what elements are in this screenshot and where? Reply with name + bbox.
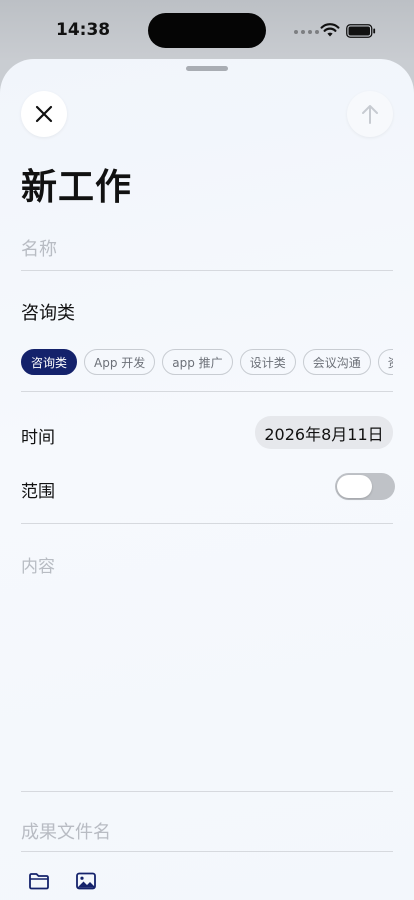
status-bar: 14:38 [0, 0, 414, 60]
time-label: 时间 [21, 428, 55, 448]
arrow-up-icon [362, 105, 378, 124]
category-chip-list: 咨询类 App 开发 app 推广 设计类 会议沟通 资料整理 [21, 349, 393, 377]
file-name-input[interactable]: 成果文件名 [21, 818, 111, 844]
category-chip[interactable]: 会议沟通 [302, 349, 371, 375]
scope-label: 范围 [21, 482, 55, 502]
category-chip[interactable]: 设计类 [239, 349, 296, 375]
name-input[interactable]: 名称 [21, 235, 57, 261]
divider [21, 523, 393, 524]
content-textarea[interactable]: 内容 [21, 552, 55, 577]
sheet-grabber[interactable] [186, 66, 228, 71]
folder-icon[interactable] [28, 870, 50, 892]
divider [21, 791, 393, 792]
toggle-knob [337, 475, 372, 498]
category-chip[interactable]: App 开发 [84, 349, 156, 375]
divider [21, 270, 393, 271]
status-time: 14:38 [56, 20, 111, 40]
wifi-icon [320, 23, 340, 37]
cellular-signal-icon [294, 30, 319, 34]
divider [21, 851, 393, 852]
photo-icon[interactable] [75, 870, 97, 892]
date-picker-button[interactable]: 2026年8月11日 [255, 416, 393, 449]
category-chip[interactable]: 咨询类 [21, 349, 78, 375]
category-chip[interactable]: 资料整理 [377, 349, 393, 375]
new-work-sheet: 新工作 名称 咨询类 咨询类 App 开发 app 推广 设计类 会议沟通 资料… [0, 59, 414, 900]
close-button[interactable] [21, 91, 67, 137]
scope-toggle[interactable] [335, 473, 395, 500]
divider [21, 391, 393, 392]
battery-icon [346, 24, 376, 38]
submit-button[interactable] [347, 91, 393, 137]
category-value[interactable]: 咨询类 [21, 299, 75, 325]
category-chip[interactable]: app 推广 [162, 349, 233, 375]
xmark-icon [35, 105, 53, 123]
dynamic-island [148, 13, 266, 48]
page-title: 新工作 [21, 167, 133, 208]
